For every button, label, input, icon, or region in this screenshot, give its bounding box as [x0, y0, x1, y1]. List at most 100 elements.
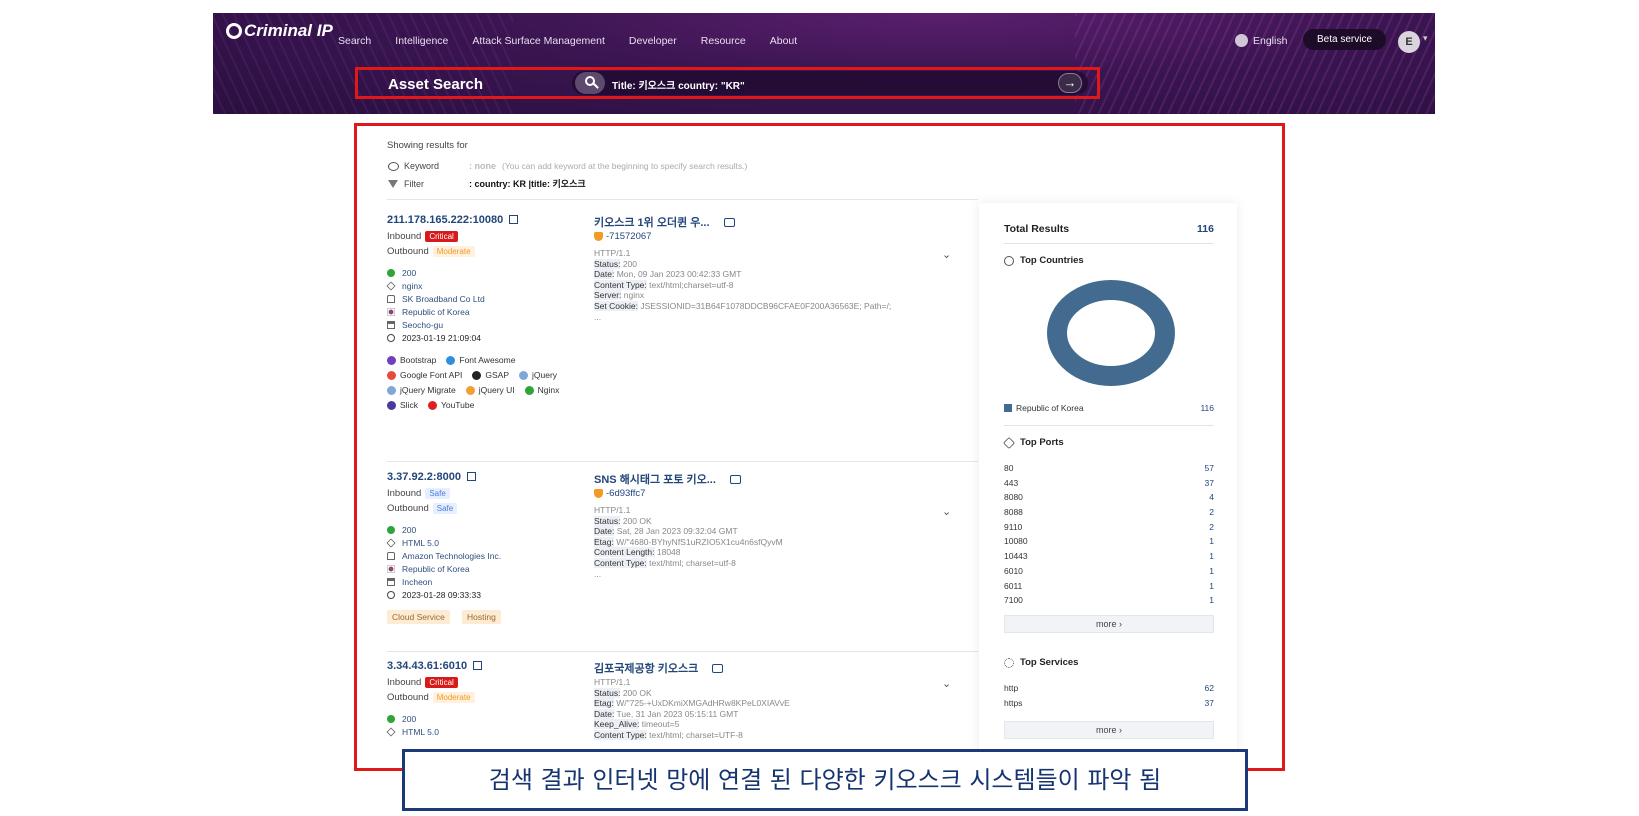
clock-icon — [387, 334, 395, 342]
external-link-icon[interactable] — [509, 215, 519, 224]
chevron-down-icon[interactable]: ⌄ — [942, 677, 951, 690]
tech-bootstrap: Bootstrap — [387, 355, 436, 365]
server-icon[interactable] — [712, 664, 724, 673]
meta-city[interactable]: Seocho-gu — [387, 320, 443, 330]
status-dot-icon — [387, 269, 395, 277]
server-icon[interactable] — [723, 218, 735, 227]
tech-row: Slick YouTube — [387, 400, 474, 410]
tag-cloud-service[interactable]: Cloud Service — [387, 610, 450, 624]
http-response: HTTP/1.1 Status: 200 OK Etag: W/"725-+Ux… — [594, 677, 790, 740]
language-label: English — [1253, 34, 1288, 47]
port-item[interactable]: 9110 2 — [1004, 522, 1214, 537]
meta-date: 2023-01-28 09:33:33 — [387, 590, 481, 600]
outbound-row: Outbound Moderate — [387, 246, 475, 257]
search-input[interactable]: Title: 키오스크 country: "KR" → — [572, 71, 1088, 95]
result-title-link[interactable]: SNS 해시태그 포토 키오... — [594, 471, 741, 487]
meta-country[interactable]: Republic of Korea — [387, 564, 470, 574]
tech-row: jQuery Migrate jQuery UI Nginx — [387, 385, 559, 395]
result-ip-link[interactable]: 211.178.165.222:10080 — [387, 214, 519, 226]
top-ports-title: Top Ports — [1002, 436, 1064, 449]
globe-icon — [1004, 255, 1014, 266]
result-ip-link[interactable]: 3.34.43.61:6010 — [387, 660, 483, 672]
language-selector[interactable]: English — [1235, 34, 1287, 47]
tech-gsap: GSAP — [472, 370, 509, 380]
nav-attack-surface-management[interactable]: Attack Surface Management — [472, 35, 605, 47]
ports-more-button[interactable]: more › — [1004, 615, 1214, 633]
nav-developer[interactable]: Developer — [629, 35, 677, 47]
meta-org[interactable]: SK Broadband Co Ltd — [387, 294, 485, 304]
main-nav: Search Intelligence Attack Surface Manag… — [338, 35, 797, 47]
tech-row: Google Font API GSAP jQuery — [387, 370, 557, 380]
outbound-row: Outbound Moderate — [387, 692, 475, 703]
meta-country[interactable]: Republic of Korea — [387, 307, 470, 317]
port-item[interactable]: 7100 1 — [1004, 595, 1214, 610]
divider — [387, 199, 978, 200]
tech-slick: Slick — [387, 400, 418, 410]
image-icon — [594, 489, 603, 498]
organization-icon — [387, 295, 395, 303]
port-item[interactable]: 80 57 — [1004, 463, 1214, 478]
meta-server[interactable]: nginx — [386, 281, 422, 291]
result-ip-link[interactable]: 3.37.92.2:8000 — [387, 471, 477, 483]
keyword-label: Keyword — [387, 161, 465, 171]
result-title-link[interactable]: 김포국제공항 키오스크 — [594, 660, 724, 676]
caption-box: 검색 결과 인터넷 망에 연결 된 다양한 키오스크 시스템들이 파악 됨 — [402, 749, 1248, 811]
favicon-hash[interactable]: -6d93ffc7 — [594, 488, 645, 499]
keyword-row: Keyword : none (You can add keyword at t… — [387, 161, 747, 171]
chevron-down-icon[interactable]: ⌄ — [942, 505, 951, 518]
meta-status: 200 — [387, 714, 416, 724]
port-item[interactable]: 10080 1 — [1004, 536, 1214, 551]
search-icon[interactable] — [575, 72, 605, 94]
filter-value: : country: KR |title: 키오스크 — [469, 179, 586, 189]
server-icon[interactable] — [729, 475, 741, 484]
http-response: HTTP/1.1 Status: 200 OK Date: Sat, 28 Ja… — [594, 505, 783, 579]
asset-search-highlight: Asset Search Title: 키오스크 country: "KR" → — [355, 67, 1100, 99]
countries-donut-chart[interactable] — [1047, 280, 1175, 386]
tech-youtube: YouTube — [427, 400, 474, 410]
meta-server[interactable]: HTML 5.0 — [386, 727, 439, 737]
logo[interactable]: Criminal IP — [226, 21, 333, 41]
nav-intelligence[interactable]: Intelligence — [395, 35, 448, 47]
favicon-hash[interactable]: -71572067 — [594, 231, 651, 242]
layers-icon — [386, 281, 396, 291]
keyword-hint: (You can add keyword at the beginning to… — [502, 161, 748, 171]
arrow-right-icon[interactable]: → — [1058, 73, 1082, 93]
layers-icon — [386, 538, 396, 548]
tag-hosting[interactable]: Hosting — [462, 610, 501, 624]
top-header: Criminal IP Search Intelligence Attack S… — [213, 13, 1435, 114]
port-item[interactable]: 6011 1 — [1004, 581, 1214, 596]
meta-city[interactable]: Incheon — [387, 577, 432, 587]
meta-org[interactable]: Amazon Technologies Inc. — [387, 551, 501, 561]
port-item[interactable]: 10443 1 — [1004, 551, 1214, 566]
status-dot-icon — [387, 526, 395, 534]
inbound-row: Inbound Critical — [387, 231, 458, 242]
meta-server[interactable]: HTML 5.0 — [386, 538, 439, 548]
chevron-down-icon[interactable]: ⌄ — [942, 248, 951, 261]
external-link-icon[interactable] — [473, 661, 483, 670]
tech-font-awesome: Font Awesome — [446, 355, 515, 365]
nav-search[interactable]: Search — [338, 35, 371, 47]
service-item[interactable]: https 37 — [1004, 698, 1214, 713]
nav-about[interactable]: About — [770, 35, 797, 47]
port-item[interactable]: 8080 4 — [1004, 492, 1214, 507]
building-icon — [387, 321, 395, 329]
country-legend-item[interactable]: Republic of Korea 116 — [1004, 403, 1214, 413]
port-item[interactable]: 8088 2 — [1004, 507, 1214, 522]
status-badge: Critical — [425, 677, 458, 688]
services-more-button[interactable]: more › — [1004, 721, 1214, 739]
avatar[interactable]: E — [1398, 31, 1420, 53]
chevron-down-icon[interactable]: ▾ — [1423, 33, 1428, 44]
tech-jquery-migrate: jQuery Migrate — [387, 385, 456, 395]
filter-row: Filter : country: KR |title: 키오스크 — [387, 177, 586, 190]
status-dot-icon — [387, 715, 395, 723]
divider — [387, 651, 978, 652]
service-item[interactable]: http 62 — [1004, 683, 1214, 698]
nav-resource[interactable]: Resource — [701, 35, 746, 47]
result-title-link[interactable]: 키오스크 1위 오더퀸 우... — [594, 214, 735, 230]
port-item[interactable]: 6010 1 — [1004, 566, 1214, 581]
total-count: 116 — [1197, 223, 1214, 235]
results-highlight: Showing results for Keyword : none (You … — [354, 123, 1285, 771]
external-link-icon[interactable] — [467, 472, 477, 481]
beta-service-button[interactable]: Beta service — [1303, 29, 1387, 50]
port-item[interactable]: 443 37 — [1004, 478, 1214, 493]
